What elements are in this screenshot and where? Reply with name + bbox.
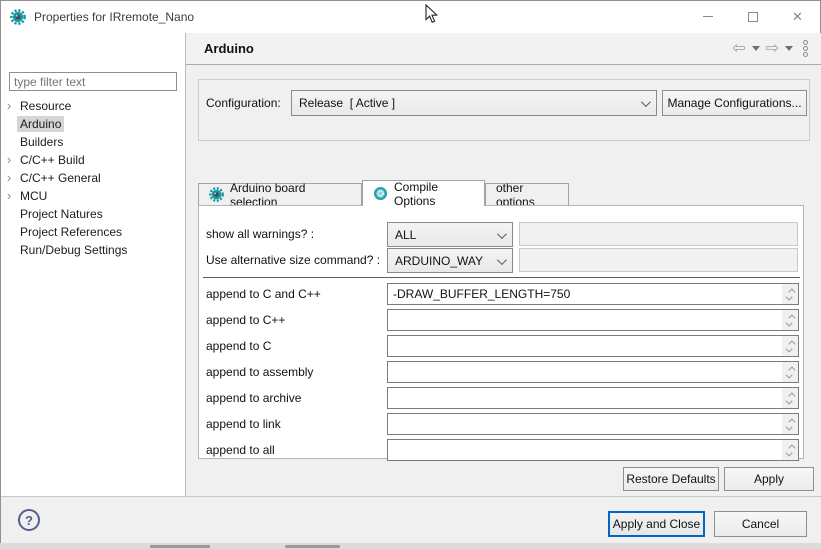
main-panel: Configuration: Release [ Active ] Manage…: [186, 65, 821, 496]
sidebar-item-mcu[interactable]: MCU: [1, 187, 185, 205]
append-all-label: append to all: [206, 443, 275, 457]
sidebar-item-arduino[interactable]: Arduino: [1, 115, 185, 133]
spinner[interactable]: [782, 336, 798, 356]
sidebar-item-builders[interactable]: Builders: [1, 133, 185, 151]
page-header: Arduino ⇦ ⇨: [186, 33, 821, 64]
configuration-label: Configuration:: [206, 96, 281, 110]
spinner[interactable]: [782, 284, 798, 304]
append-archive-input[interactable]: [387, 387, 799, 409]
append-assembly-label: append to assembly: [206, 365, 313, 379]
size-command-extra-field: [519, 248, 798, 272]
sloeber-gear-icon: [10, 9, 26, 25]
append-assembly-input[interactable]: [387, 361, 799, 383]
minimize-icon: [703, 16, 713, 17]
warnings-label: show all warnings? :: [206, 227, 314, 241]
append-c-cpp-input[interactable]: [387, 283, 799, 305]
tab-other-options[interactable]: other options: [485, 183, 569, 205]
append-link-input[interactable]: [387, 413, 799, 435]
configuration-select[interactable]: Release [ Active ]: [291, 90, 657, 116]
back-icon[interactable]: ⇦: [732, 41, 745, 57]
spinner[interactable]: [782, 414, 798, 434]
compile-options-panel: show all warnings? : ALL Use alternative…: [198, 205, 804, 459]
expand-chevron-icon[interactable]: [1, 187, 17, 205]
sidebar-item-resource[interactable]: Resource: [1, 97, 185, 115]
maximize-icon: [748, 12, 758, 22]
sidebar-item-project-references[interactable]: Project References: [1, 223, 185, 241]
window-title: Properties for IRremote_Nano: [34, 10, 194, 24]
forward-icon[interactable]: ⇨: [766, 41, 779, 57]
append-c-label: append to C: [206, 339, 271, 353]
cancel-button[interactable]: Cancel: [714, 511, 807, 537]
sidebar-item-cpp-build[interactable]: C/C++ Build: [1, 151, 185, 169]
close-icon: ✕: [792, 10, 803, 23]
properties-tree: Resource Arduino Builders C/C++ Build C/…: [1, 97, 185, 259]
tab-arduino-board-selection[interactable]: Arduino board selection: [198, 183, 362, 205]
size-command-label: Use alternative size command? :: [206, 253, 380, 267]
sidebar: Resource Arduino Builders C/C++ Build C/…: [1, 33, 185, 496]
compile-options-tab-icon: [373, 186, 388, 201]
chevron-down-icon: [497, 255, 507, 265]
append-all-input[interactable]: [387, 439, 799, 461]
close-button[interactable]: ✕: [775, 1, 820, 32]
maximize-button[interactable]: [730, 1, 775, 32]
sidebar-item-project-natures[interactable]: Project Natures: [1, 205, 185, 223]
append-archive-label: append to archive: [206, 391, 301, 405]
apply-and-close-button[interactable]: Apply and Close: [608, 511, 705, 537]
help-icon[interactable]: ?: [18, 509, 40, 531]
size-command-select[interactable]: ARDUINO_WAY: [387, 248, 513, 273]
warnings-select[interactable]: ALL: [387, 222, 513, 247]
warnings-extra-field: [519, 222, 798, 246]
spinner[interactable]: [782, 388, 798, 408]
append-cpp-input[interactable]: [387, 309, 799, 331]
sidebar-item-run-debug-settings[interactable]: Run/Debug Settings: [1, 241, 185, 259]
spinner[interactable]: [782, 362, 798, 382]
section-divider: [203, 277, 800, 278]
title-bar[interactable]: Properties for IRremote_Nano ✕: [1, 1, 820, 33]
spinner[interactable]: [782, 310, 798, 330]
restore-defaults-button[interactable]: Restore Defaults: [623, 467, 719, 491]
minimize-button[interactable]: [685, 1, 730, 32]
append-cpp-label: append to C++: [206, 313, 285, 327]
spinner[interactable]: [782, 440, 798, 460]
apply-button[interactable]: Apply: [724, 467, 814, 491]
chevron-down-icon: [641, 97, 651, 107]
background-app-strip: [0, 543, 821, 549]
forward-dropdown-icon[interactable]: [785, 46, 793, 51]
back-dropdown-icon[interactable]: [752, 46, 760, 51]
sidebar-item-cpp-general[interactable]: C/C++ General: [1, 169, 185, 187]
properties-dialog: Properties for IRremote_Nano ✕ Resource …: [0, 0, 821, 543]
expand-chevron-icon[interactable]: [1, 151, 17, 169]
manage-configurations-button[interactable]: Manage Configurations...: [662, 90, 807, 116]
filter-input[interactable]: [9, 72, 177, 91]
board-selection-tab-icon: [209, 187, 224, 202]
tab-compile-options[interactable]: Compile Options: [362, 180, 485, 206]
append-c-input[interactable]: [387, 335, 799, 357]
append-link-label: append to link: [206, 417, 281, 431]
chevron-down-icon: [497, 229, 507, 239]
append-c-cpp-label: append to C and C++: [206, 287, 321, 301]
page-title: Arduino: [204, 41, 254, 56]
expand-chevron-icon[interactable]: [1, 97, 17, 115]
view-menu-icon[interactable]: [803, 40, 808, 57]
bottom-bar: ? Apply and Close Cancel: [1, 497, 821, 543]
expand-chevron-icon[interactable]: [1, 169, 17, 187]
